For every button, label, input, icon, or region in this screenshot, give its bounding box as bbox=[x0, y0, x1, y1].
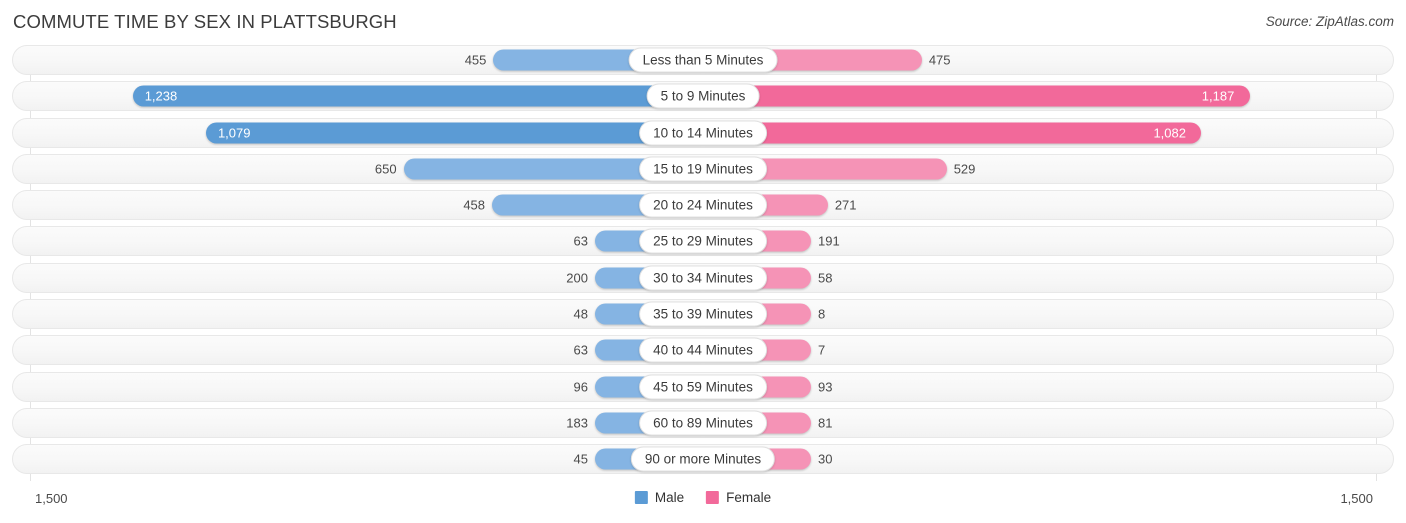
category-label: 40 to 44 Minutes bbox=[639, 337, 767, 363]
male-bar bbox=[205, 122, 703, 144]
legend-swatch-female-icon bbox=[706, 491, 720, 504]
female-value-label: 475 bbox=[928, 52, 951, 68]
female-value-label: 271 bbox=[834, 197, 857, 213]
category-label: 45 to 59 Minutes bbox=[639, 374, 767, 400]
axis-label-left: 1,500 bbox=[35, 491, 68, 506]
chart-plot-area: 455 475 Less than 5 Minutes 1,238 1,187 5 to … bbox=[0, 45, 1406, 481]
category-label: 20 to 24 Minutes bbox=[639, 192, 767, 218]
category-label: 10 to 14 Minutes bbox=[639, 120, 767, 146]
female-value-label: 529 bbox=[953, 161, 976, 177]
bar-row: 48 8 35 to 39 Minutes bbox=[12, 299, 1394, 330]
category-label: 60 to 89 Minutes bbox=[639, 410, 767, 436]
male-bar bbox=[132, 85, 703, 107]
category-label: 25 to 29 Minutes bbox=[639, 228, 767, 254]
female-value-label: 58 bbox=[818, 270, 833, 286]
male-value-label: 48 bbox=[573, 306, 588, 322]
legend-swatch-male-icon bbox=[634, 491, 648, 504]
female-value-label: 1,187 bbox=[1201, 88, 1235, 104]
chart-header: COMMUTE TIME BY SEX IN PLATTSBURGH Sourc… bbox=[0, 0, 1406, 45]
bar-row: 183 81 60 to 89 Minutes bbox=[12, 407, 1394, 438]
female-bar bbox=[703, 85, 1250, 107]
legend-label: Female bbox=[726, 490, 772, 505]
bar-row: 63 191 25 to 29 Minutes bbox=[12, 226, 1394, 257]
bar-row: 45 30 90 or more Minutes bbox=[12, 444, 1394, 475]
male-value-label: 200 bbox=[566, 270, 588, 286]
male-value-label: 458 bbox=[463, 197, 486, 213]
male-value-label: 63 bbox=[573, 233, 588, 249]
category-label: 5 to 9 Minutes bbox=[646, 83, 760, 109]
category-label: 90 or more Minutes bbox=[630, 446, 776, 472]
male-value-label: 650 bbox=[374, 161, 397, 177]
female-value-label: 1,082 bbox=[1153, 125, 1186, 141]
bar-row: 200 58 30 to 34 Minutes bbox=[12, 262, 1394, 293]
chart-legend: Male Female bbox=[634, 490, 771, 505]
female-value-label: 30 bbox=[818, 451, 833, 467]
bar-row: 1,079 1,082 10 to 14 Minutes bbox=[12, 117, 1394, 148]
female-value-label: 191 bbox=[818, 233, 840, 249]
male-value-label: 45 bbox=[573, 451, 588, 467]
female-value-label: 8 bbox=[818, 306, 826, 322]
legend-item-female[interactable]: Female bbox=[706, 490, 771, 505]
legend-item-male[interactable]: Male bbox=[634, 490, 685, 505]
male-value-label: 1,079 bbox=[217, 125, 251, 141]
male-value-label: 1,238 bbox=[144, 88, 178, 104]
source-attribution: Source: ZipAtlas.com bbox=[1265, 14, 1394, 29]
bar-row: 458 271 20 to 24 Minutes bbox=[12, 190, 1394, 221]
male-value-label: 63 bbox=[573, 342, 588, 358]
bar-row: 455 475 Less than 5 Minutes bbox=[12, 45, 1394, 75]
bar-row: 1,238 1,187 5 to 9 Minutes bbox=[12, 81, 1394, 112]
bar-rows-container: 455 475 Less than 5 Minutes 1,238 1,187 5 to … bbox=[0, 45, 1406, 481]
chart-footer: 1,500 Male Female 1,500 bbox=[0, 481, 1406, 523]
male-value-label: 96 bbox=[573, 379, 588, 395]
bar-row: 650 529 15 to 19 Minutes bbox=[12, 153, 1394, 184]
bar-row: 63 7 40 to 44 Minutes bbox=[12, 335, 1394, 366]
category-label: 35 to 39 Minutes bbox=[639, 301, 767, 327]
category-label: Less than 5 Minutes bbox=[628, 47, 778, 73]
axis-label-right: 1,500 bbox=[1340, 491, 1373, 506]
female-value-label: 93 bbox=[818, 379, 833, 395]
category-label: 15 to 19 Minutes bbox=[639, 156, 767, 182]
category-label: 30 to 34 Minutes bbox=[639, 265, 767, 291]
page-title: COMMUTE TIME BY SEX IN PLATTSBURGH bbox=[13, 11, 397, 32]
female-bar bbox=[703, 122, 1202, 144]
male-value-label: 183 bbox=[566, 415, 588, 431]
legend-label: Male bbox=[654, 490, 685, 505]
female-value-label: 81 bbox=[818, 415, 833, 431]
bar-row: 96 93 45 to 59 Minutes bbox=[12, 371, 1394, 402]
female-value-label: 7 bbox=[818, 342, 826, 358]
male-value-label: 455 bbox=[464, 52, 487, 68]
